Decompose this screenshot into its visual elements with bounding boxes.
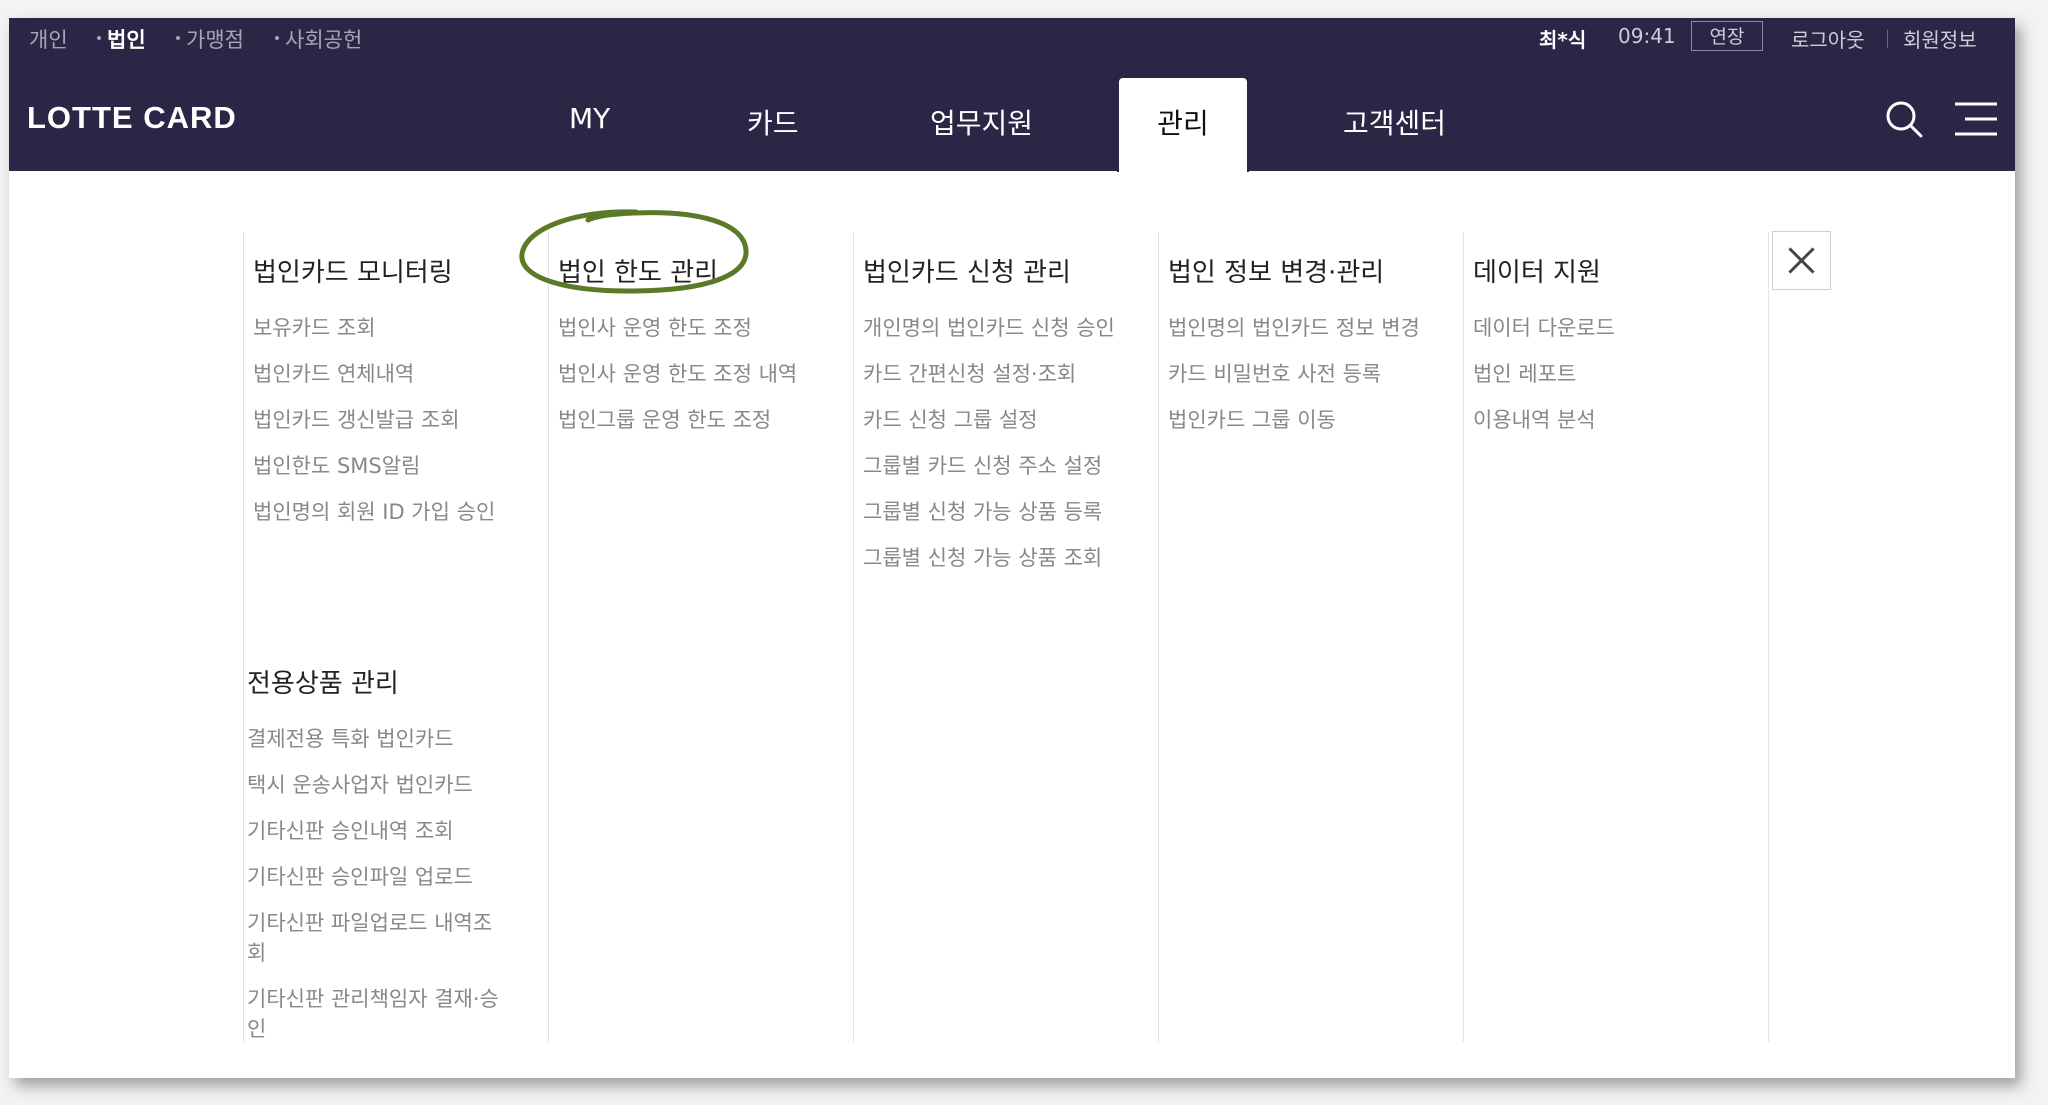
nav-customer-center[interactable]: 고객센터 [1343, 102, 1446, 142]
menu-column-data-support: 데이터 지원 데이터 다운로드 법인 레포트 이용내역 분석 [1473, 252, 1773, 451]
menu-heading: 법인 정보 변경·관리 [1168, 258, 1385, 288]
menu-link[interactable]: 이용내역 분석 [1473, 405, 1773, 435]
menu-link[interactable]: 데이터 다운로드 [1473, 313, 1773, 343]
menu-link[interactable]: 카드 간편신청 설정·조회 [863, 359, 1163, 389]
menu-link[interactable]: 기타신판 파일업로드 내역조회 [247, 908, 507, 968]
lotte-card-logo[interactable]: LOTTE CARD [27, 100, 237, 136]
menu-heading: 법인카드 모니터링 [253, 258, 453, 288]
menu-link[interactable]: 법인명의 회원 ID 가입 승인 [253, 497, 553, 527]
menu-link[interactable]: 그룹별 신청 가능 상품 조회 [863, 543, 1163, 573]
logout-link[interactable]: 로그아웃 [1791, 24, 1865, 53]
segment-corporate[interactable]: 법인 [107, 24, 146, 54]
segment-social[interactable]: 사회공헌 [285, 24, 362, 54]
separator [1887, 30, 1888, 48]
nav-management-active[interactable]: 관리 [1117, 76, 1249, 172]
menu-link[interactable]: 보유카드 조회 [253, 313, 553, 343]
menu-link[interactable]: 그룹별 카드 신청 주소 설정 [863, 451, 1163, 481]
nav-business-support[interactable]: 업무지원 [930, 102, 1033, 142]
menu-heading: 데이터 지원 [1473, 258, 1601, 288]
segment-personal[interactable]: 개인 [29, 24, 68, 54]
menu-link[interactable]: 결제전용 특화 법인카드 [247, 724, 547, 754]
separator-dot [97, 36, 101, 40]
site-header: 개인 법인 가맹점 사회공헌 최*식 09:41 연장 로그아웃 회원정보 LO… [9, 18, 2015, 172]
menu-heading: 법인카드 신청 관리 [863, 258, 1071, 288]
menu-link[interactable]: 법인한도 SMS알림 [253, 451, 553, 481]
separator-dot [176, 36, 180, 40]
nav-card[interactable]: 카드 [747, 102, 799, 142]
menu-column-monitoring: 법인카드 모니터링 보유카드 조회 법인카드 연체내역 법인카드 갱신발급 조회… [253, 252, 553, 543]
menu-link[interactable]: 택시 운송사업자 법인카드 [247, 770, 547, 800]
menu-link[interactable]: 법인사 운영 한도 조정 [558, 313, 858, 343]
menu-link[interactable]: 기타신판 승인파일 업로드 [247, 862, 547, 892]
member-info-link[interactable]: 회원정보 [1903, 24, 1977, 53]
menu-link[interactable]: 카드 신청 그룹 설정 [863, 405, 1163, 435]
column-divider [243, 232, 244, 1042]
menu-column-application: 법인카드 신청 관리 개인명의 법인카드 신청 승인 카드 간편신청 설정·조회… [863, 252, 1163, 589]
menu-link[interactable]: 법인명의 법인카드 정보 변경 [1168, 313, 1468, 343]
menu-link[interactable]: 법인사 운영 한도 조정 내역 [558, 359, 858, 389]
extend-session-button[interactable]: 연장 [1691, 21, 1763, 51]
menu-link[interactable]: 법인카드 그룹 이동 [1168, 405, 1468, 435]
search-icon[interactable] [1885, 100, 1923, 138]
menu-column-info-change: 법인 정보 변경·관리 법인명의 법인카드 정보 변경 카드 비밀번호 사전 등… [1168, 252, 1468, 451]
menu-link[interactable]: 기타신판 승인내역 조회 [247, 816, 547, 846]
user-name: 최*식 [1539, 28, 1587, 52]
highlight-circle-annotation [519, 209, 749, 294]
separator-dot [275, 36, 279, 40]
utility-bar: 개인 법인 가맹점 사회공헌 최*식 09:41 연장 로그아웃 회원정보 [9, 18, 2015, 58]
browser-window: 개인 법인 가맹점 사회공헌 최*식 09:41 연장 로그아웃 회원정보 LO… [9, 18, 2015, 1078]
session-timer: 09:41 [1618, 24, 1676, 48]
menu-column-exclusive-products: 전용상품 관리 결제전용 특화 법인카드 택시 운송사업자 법인카드 기타신판 … [247, 663, 547, 1060]
close-menu-button[interactable] [1772, 231, 1831, 290]
close-icon [1788, 247, 1815, 274]
menu-link[interactable]: 그룹별 신청 가능 상품 등록 [863, 497, 1163, 527]
segment-merchant[interactable]: 가맹점 [186, 24, 244, 54]
menu-link[interactable]: 법인그룹 운영 한도 조정 [558, 405, 858, 435]
menu-link[interactable]: 법인카드 갱신발급 조회 [253, 405, 553, 435]
hamburger-menu-icon[interactable] [1955, 102, 1997, 136]
nav-management-label: 관리 [1157, 107, 1209, 140]
menu-link[interactable]: 법인 레포트 [1473, 359, 1773, 389]
menu-link[interactable]: 기타신판 관리책임자 결재·승인 [247, 984, 507, 1044]
menu-heading: 전용상품 관리 [247, 669, 399, 699]
menu-link[interactable]: 법인카드 연체내역 [253, 359, 553, 389]
nav-my[interactable]: MY [569, 102, 610, 135]
menu-link[interactable]: 카드 비밀번호 사전 등록 [1168, 359, 1468, 389]
menu-link[interactable]: 개인명의 법인카드 신청 승인 [863, 313, 1163, 343]
